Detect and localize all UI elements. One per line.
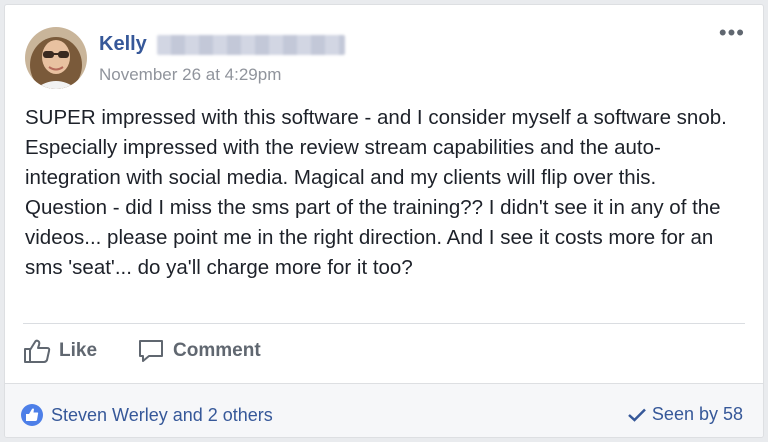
like-icon bbox=[24, 339, 51, 363]
post-body: SUPER impressed with this software - and… bbox=[25, 103, 755, 283]
post-paragraph: Question - did I miss the sms part of th… bbox=[25, 196, 721, 279]
author-name[interactable]: Kelly bbox=[99, 33, 147, 56]
avatar[interactable] bbox=[25, 27, 87, 89]
check-icon bbox=[628, 408, 646, 422]
post-timestamp[interactable]: November 26 at 4:29pm bbox=[99, 65, 281, 85]
seen-text: Seen by 58 bbox=[651, 404, 743, 424]
more-options-button[interactable]: ••• bbox=[719, 22, 745, 44]
post-paragraph: SUPER impressed with this software - and… bbox=[25, 106, 727, 189]
like-reaction-icon bbox=[21, 404, 43, 426]
comment-icon bbox=[139, 340, 164, 362]
author-row: Kelly bbox=[99, 33, 345, 56]
reactions-summary[interactable]: Steven Werley and 2 others bbox=[21, 404, 273, 426]
redacted-surname bbox=[156, 34, 345, 55]
avatar-photo bbox=[25, 27, 87, 89]
post-actions: Like Comment bbox=[23, 338, 261, 364]
more-icon: ••• bbox=[718, 20, 745, 45]
like-button[interactable]: Like bbox=[23, 338, 97, 364]
divider bbox=[23, 323, 745, 324]
comment-button[interactable]: Comment bbox=[137, 338, 261, 364]
comment-label: Comment bbox=[173, 340, 261, 361]
post-footer: Steven Werley and 2 others Seen by 58 bbox=[5, 383, 763, 437]
reactions-text: Steven Werley and 2 others bbox=[51, 404, 273, 425]
like-label: Like bbox=[59, 340, 98, 361]
seen-by[interactable]: Seen by 58 bbox=[628, 404, 743, 425]
post-card: Kelly November 26 at 4:29pm ••• SUPER im… bbox=[4, 4, 764, 438]
